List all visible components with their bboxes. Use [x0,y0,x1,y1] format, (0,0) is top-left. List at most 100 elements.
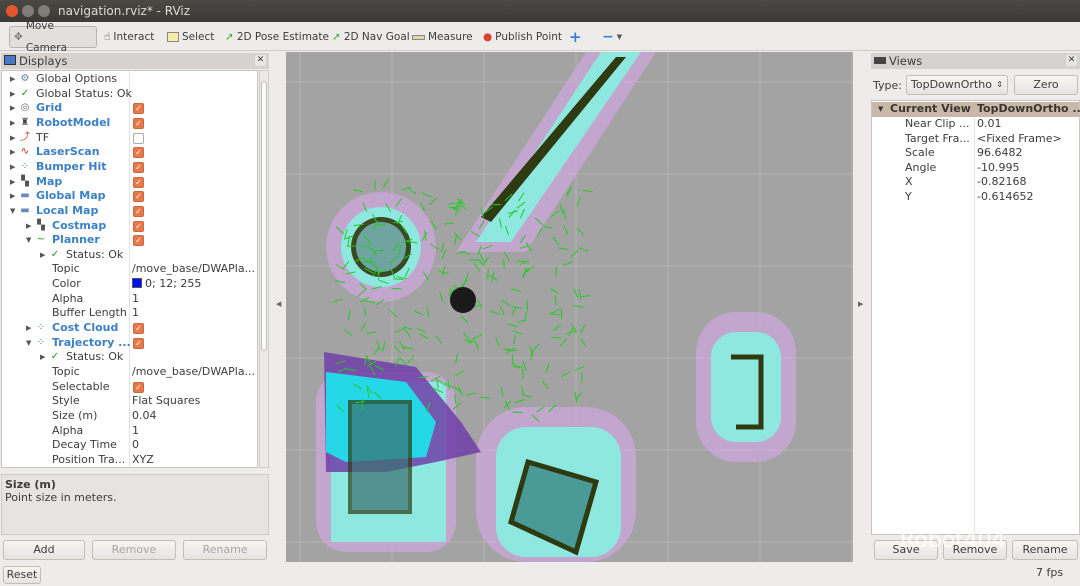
row-value[interactable]: 0; 12; 255 [145,277,201,290]
close-icon[interactable]: ✕ [1066,55,1077,66]
display-row[interactable]: ▶ ▬ Global Map ✓ [2,189,257,204]
display-row[interactable]: ▶ ⁘ Cost Cloud ✓ [2,321,257,336]
current-view-row[interactable]: ▼ Current View TopDownOrtho ... [872,102,1080,117]
remove-display-button[interactable]: Remove [92,540,176,560]
property-value[interactable]: 1 [132,424,139,439]
expand-arrow-icon[interactable]: ▶ [10,175,15,190]
view-property-row[interactable]: X -0.82168 [872,175,1079,190]
enable-checkbox[interactable]: ✓ [133,323,144,335]
move-camera-tool[interactable]: ✥ Move Camera [9,20,97,54]
measure-tool[interactable]: Measure [408,26,477,48]
expand-arrow-icon[interactable]: ▶ [10,72,15,87]
display-row[interactable]: Buffer Length 1 [2,306,257,321]
add-tool-button[interactable]: + [565,26,586,48]
expand-arrow-icon[interactable]: ▶ [10,189,15,204]
expand-arrow-icon[interactable]: ▶ [10,145,15,160]
display-row[interactable]: Selectable ✓ [2,380,257,395]
color-swatch[interactable] [132,278,142,289]
enable-checkbox[interactable]: ✓ [133,235,144,247]
expand-arrow-icon[interactable]: ▶ [26,321,31,336]
row-value[interactable]: 0 [132,438,139,451]
add-display-button[interactable]: Add [3,540,85,560]
row-value[interactable]: 0.04 [132,409,157,422]
expand-arrow-icon[interactable]: ▶ [10,160,15,175]
display-row[interactable]: ▶ ✓ Status: Ok [2,248,257,263]
collapse-right-arrow[interactable]: ▶ [858,300,863,308]
enable-checkbox[interactable]: ✓ [133,147,144,159]
row-value[interactable]: 96.6482 [977,146,1023,161]
display-row[interactable]: Alpha 1 [2,424,257,439]
scrollbar-thumb[interactable] [261,81,267,351]
row-value[interactable]: -0.614652 [977,190,1033,205]
display-row[interactable]: Topic/move_base/DWAPla... [2,262,257,277]
row-value[interactable]: /move_base/DWAPla... [132,262,255,275]
displays-scrollbar[interactable] [259,70,269,468]
expand-arrow-icon[interactable]: ▶ [40,248,45,263]
display-row[interactable]: ▶ ▚ Map ✓ [2,175,257,190]
expand-arrow-icon[interactable]: ▶ [40,350,45,365]
row-value[interactable]: XYZ [132,453,154,466]
view-property-row[interactable]: Y -0.614652 [872,190,1079,205]
interact-tool[interactable]: ☝ Interact [100,26,158,48]
view-property-row[interactable]: Scale 96.6482 [872,146,1079,161]
display-row[interactable]: ▶ ⁘ Bumper Hit ✓ [2,160,257,175]
property-value[interactable]: 1 [132,306,139,321]
publish-point-tool[interactable]: ● Publish Point [479,26,566,48]
view-property-row[interactable]: Near Clip ... 0.01 [872,117,1079,132]
enable-checkbox[interactable]: ✓ [133,220,144,232]
row-value[interactable]: -10.995 [977,161,1019,176]
reset-button[interactable]: Reset [3,566,41,584]
display-row[interactable]: ▶ ▚ Costmap ✓ [2,219,257,234]
collapse-left-arrow[interactable]: ◀ [276,300,281,308]
2d-pose-estimate-tool[interactable]: ➚ 2D Pose Estimate [221,26,333,48]
display-row[interactable]: Alpha 1 [2,292,257,307]
row-value[interactable]: <Fixed Frame> [977,132,1062,147]
display-row[interactable]: Topic/move_base/DWAPla... [2,365,257,380]
display-row[interactable]: ▶ ⚙ Global Options [2,72,257,87]
property-value[interactable]: 0 [132,438,139,453]
close-window-button[interactable] [6,5,18,17]
property-value[interactable]: /move_base/DWAPla... [132,365,255,380]
expand-arrow-icon[interactable]: ▼ [26,336,31,351]
enable-checkbox[interactable] [133,132,144,144]
expand-arrow-icon[interactable]: ▶ [10,101,15,116]
expand-arrow-icon[interactable]: ▶ [10,131,15,146]
zero-button[interactable]: Zero [1014,75,1078,95]
enable-checkbox[interactable]: ✓ [133,205,144,217]
display-row[interactable]: ▼ ~ Planner ✓ [2,233,257,248]
display-row[interactable]: ▶ ✓ Global Status: Ok [2,87,257,102]
display-row[interactable]: Position Tra... XYZ [2,453,257,467]
property-value[interactable]: XYZ [132,453,154,467]
display-row[interactable]: ▼ ⁘ Trajectory ... ✓ [2,336,257,351]
expand-arrow-icon[interactable]: ▼ [878,102,883,117]
rename-view-button[interactable]: Rename [1012,540,1078,560]
enable-checkbox[interactable]: ✓ [133,381,144,393]
row-value[interactable]: -0.82168 [977,175,1026,190]
3d-render-view[interactable] [286,52,853,562]
enable-checkbox[interactable]: ✓ [133,176,144,188]
row-value[interactable]: 1 [132,424,139,437]
property-value[interactable]: 0; 12; 255 [132,277,201,292]
enable-checkbox[interactable]: ✓ [133,103,144,115]
display-row[interactable]: ▶ ∿ LaserScan ✓ [2,145,257,160]
display-row[interactable]: ▶ ◎ Grid ✓ [2,101,257,116]
expand-arrow-icon[interactable]: ▼ [26,233,31,248]
select-tool[interactable]: Select [163,26,218,48]
enable-checkbox[interactable]: ✓ [133,191,144,203]
property-value[interactable]: /move_base/DWAPla... [132,262,255,277]
display-row[interactable]: Style Flat Squares [2,394,257,409]
expand-arrow-icon[interactable]: ▶ [10,116,15,131]
remove-tool-button[interactable]: − ▼ [598,26,626,48]
rename-display-button[interactable]: Rename [183,540,267,560]
expand-arrow-icon[interactable]: ▼ [10,204,15,219]
display-row[interactable]: ▼ ▬ Local Map ✓ [2,204,257,219]
row-value[interactable]: 1 [132,306,139,319]
enable-checkbox[interactable]: ✓ [133,117,144,129]
row-value[interactable]: Flat Squares [132,394,200,407]
display-row[interactable]: Size (m) 0.04 [2,409,257,424]
display-row[interactable]: ▶ ♜ RobotModel ✓ [2,116,257,131]
row-value[interactable]: /move_base/DWAPla... [132,365,255,378]
display-row[interactable]: ▶ ⤴ TF [2,131,257,146]
display-row[interactable]: ▶ ✓ Status: Ok [2,350,257,365]
expand-arrow-icon[interactable]: ▶ [26,219,31,234]
